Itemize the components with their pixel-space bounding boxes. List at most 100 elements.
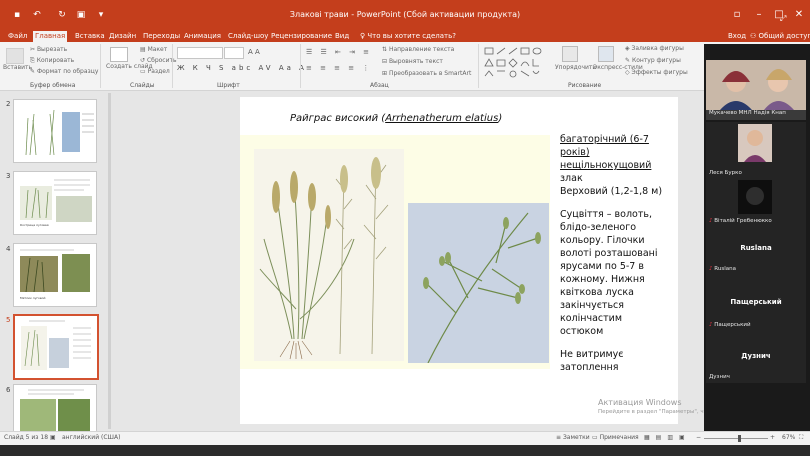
font-format-buttons[interactable]: Ж К Ч S abc AV Aa A <box>177 64 307 72</box>
shape-fill-button[interactable]: ◈ Заливка фигуры <box>625 45 684 53</box>
shape-effects-label: Эффекты фигуры <box>631 69 688 76</box>
text-line: кожному. Нижня <box>560 274 645 285</box>
smartart-icon: ⊞ <box>382 70 389 77</box>
tab-view[interactable]: Вид <box>333 31 351 42</box>
text-line: блідо-зеленого <box>560 222 637 233</box>
section-label: Раздел <box>147 68 170 75</box>
pen-icon: ✎ <box>625 57 632 64</box>
smartart-button[interactable]: ⊞ Преобразовать в SmartArt <box>382 70 471 78</box>
close-button[interactable]: ✕ <box>792 8 806 22</box>
thumb-number: 3 <box>6 172 11 180</box>
text-line: Верховий (1,2-1,8 м) <box>560 186 663 197</box>
zoom-level[interactable]: 67% <box>782 434 795 441</box>
quick-styles-icon[interactable] <box>598 46 614 62</box>
tell-me-text: Что вы хотите сделать? <box>367 32 456 40</box>
ribbon-display-icon[interactable]: ▫ <box>730 8 744 22</box>
participant-tile[interactable]: Леся Бурко <box>706 122 806 182</box>
person-icon: ⚇ <box>750 32 759 40</box>
tab-insert[interactable]: Вставка <box>73 31 107 42</box>
copy-button[interactable]: ⎘ Копировать <box>30 57 74 65</box>
format-painter-label: Формат по образцу <box>36 68 99 75</box>
font-name-combo[interactable] <box>177 47 223 59</box>
shape-outline-button[interactable]: ✎ Контур фигуры <box>625 57 681 65</box>
shapes-gallery[interactable] <box>483 46 553 78</box>
language-indicator[interactable]: английский (США) <box>62 434 120 441</box>
notes-button[interactable]: ≡ Заметки <box>556 434 590 441</box>
tab-home[interactable]: Главная <box>33 31 68 42</box>
heading-common-name: Райграс високий ( <box>290 113 386 124</box>
brush-icon: ✎ <box>30 68 37 75</box>
share-label: Общий доступ <box>758 32 810 40</box>
font-grow-icon[interactable]: A A <box>248 48 260 56</box>
ribbon-tabs: Файл Главная Вставка Дизайн Переходы Ани… <box>0 30 810 42</box>
paste-icon[interactable] <box>6 48 24 64</box>
text-line: Не витримує <box>560 349 624 360</box>
layout-button[interactable]: ▤ Макет <box>140 46 167 54</box>
comments-button[interactable]: ▭ Примечания <box>592 434 639 441</box>
text-line: багаторічний (6-7 <box>560 134 649 145</box>
window-title: Злакові трави - PowerPoint (Сбой активац… <box>289 10 521 19</box>
text-line: нещільнокущовий <box>560 160 652 171</box>
thumbnail-preview <box>20 389 90 431</box>
zoom-slider-thumb[interactable] <box>738 435 741 442</box>
tab-file[interactable]: Файл <box>6 31 29 42</box>
fit-slide-icon[interactable]: ⛶ <box>799 434 803 442</box>
participant-tile[interactable]: ♪ Віталій Гребенюкко <box>706 178 806 238</box>
spellcheck-icon[interactable]: ▣ <box>50 434 56 441</box>
format-painter-button[interactable]: ✎ Формат по образцу <box>30 68 98 76</box>
thumbnail-scrollbar[interactable] <box>108 93 111 429</box>
text-line: злак <box>560 173 583 184</box>
minimize-button[interactable]: – <box>752 8 766 22</box>
font-size-combo[interactable] <box>224 47 244 59</box>
slide-thumbnail-6[interactable] <box>13 384 97 433</box>
tab-slideshow[interactable]: Слайд-шоу <box>226 31 270 42</box>
zoom-in-button[interactable]: + <box>770 434 775 441</box>
share-button[interactable]: ⚇ Общий доступ <box>748 31 810 42</box>
current-slide[interactable]: Райграс високий (Arrhenatherum elatius) <box>240 97 678 424</box>
text-direction-button[interactable]: ⇅ Направление текста <box>382 46 454 54</box>
slide-thumbnail-4[interactable]: Мятлик луговой <box>13 243 97 307</box>
signin-link[interactable]: Вход <box>726 31 748 42</box>
heading-close: ) <box>498 113 503 124</box>
cut-label: Вырезать <box>36 46 68 53</box>
ribbon-separator <box>300 44 301 88</box>
slide-thumbnail-5-selected[interactable] <box>13 314 99 380</box>
view-buttons[interactable]: ▦▤▥▣ <box>644 434 691 441</box>
participant-tile[interactable]: Ruslana ♪ Ruslana <box>706 230 806 290</box>
cut-button[interactable]: ✂ Вырезать <box>30 46 67 54</box>
tell-me-box[interactable]: ♀ Что вы хотите сделать? <box>358 31 458 42</box>
copy-label: Копировать <box>36 57 75 64</box>
zoom-slider-track[interactable] <box>704 438 768 439</box>
align-text-button[interactable]: ⊟ Выровнять текст <box>382 58 443 66</box>
section-button[interactable]: ▭ Раздел <box>140 68 170 76</box>
title-bar: ▪ ↶ ↻ ▣ ▾ Злакові трави - PowerPoint (Сб… <box>0 0 810 30</box>
scissors-icon: ✂ <box>30 46 37 53</box>
paste-button[interactable]: Вставить <box>3 64 32 72</box>
slide-thumbnail-2[interactable] <box>13 99 97 163</box>
align-text-label: Выровнять текст <box>388 58 443 65</box>
thumbnail-preview <box>25 109 94 156</box>
text-line: закінчується <box>560 300 624 311</box>
participant-tile[interactable]: Мукачево МНЛ Надія Кнап <box>706 60 806 120</box>
participant-display-name: Дузнич <box>741 352 771 360</box>
slides-group-label: Слайды <box>130 82 155 89</box>
zoom-out-button[interactable]: − <box>696 434 701 441</box>
slide-thumbnail-3[interactable]: Кострица луговая <box>13 171 97 235</box>
shape-effects-button[interactable]: ◇ Эффекты фигуры <box>625 69 688 77</box>
tab-design[interactable]: Дизайн <box>107 31 138 42</box>
tab-animation[interactable]: Анимация <box>182 31 223 42</box>
list-buttons[interactable]: ☰ ☰ ⇤ ⇥ ≡ <box>306 48 372 56</box>
participant-name: Леся Бурко <box>709 170 742 176</box>
clipboard-group-label: Буфер обмена <box>30 82 76 89</box>
text-direction-label: Направление текста <box>388 46 455 53</box>
arrange-button[interactable]: Упорядочить <box>555 64 596 72</box>
tab-transitions[interactable]: Переходы <box>141 31 182 42</box>
thumb-number: 2 <box>6 100 11 108</box>
arrange-icon[interactable] <box>562 46 578 62</box>
tab-review[interactable]: Рецензирование <box>269 31 334 42</box>
new-slide-icon[interactable] <box>110 47 128 62</box>
participant-tile[interactable]: Дузнич Дузнич <box>706 338 806 383</box>
participant-tile[interactable]: Пащерський ♪ Пащерський <box>706 284 806 344</box>
restore-panel-icon[interactable]: ⤢ <box>780 14 786 24</box>
alignment-buttons[interactable]: ≡ ≡ ≡ ≡ ⋮ <box>306 64 372 72</box>
